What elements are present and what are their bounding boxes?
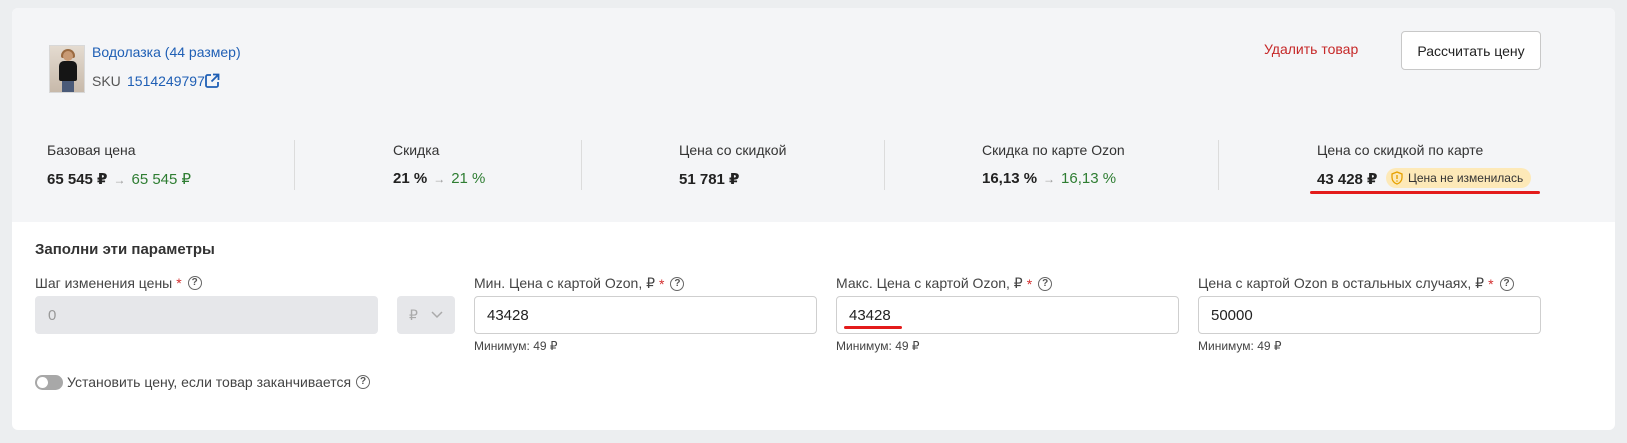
ozon-card-discount-value: 16,13 % → 16,13 % — [982, 170, 1117, 187]
discounted-price-value: 51 781 ₽ — [679, 171, 740, 188]
delete-product-button[interactable]: Удалить товар — [1264, 41, 1358, 57]
arrow-right-icon: → — [1043, 172, 1056, 186]
divider — [581, 140, 582, 190]
ozon-card-discount-label: Скидка по карте Ozon — [982, 142, 1125, 158]
product-thumbnail[interactable] — [49, 45, 85, 93]
help-icon[interactable]: ? — [356, 375, 371, 389]
max-price-label: Макс. Цена с картой Ozon, ₽ *? — [836, 275, 1053, 292]
arrow-right-icon: → — [113, 173, 126, 187]
min-price-hint: Минимум: 49 ₽ — [474, 339, 558, 353]
currency-select[interactable]: ₽ — [397, 296, 455, 334]
step-field-label: Шаг изменения цены *? — [35, 275, 202, 291]
divider — [294, 140, 295, 190]
discount-value: 21 % → 21 % — [393, 170, 486, 187]
price-unchanged-badge: Цена не изменилась — [1386, 168, 1532, 188]
chevron-down-icon — [431, 311, 443, 319]
discounted-price-label: Цена со скидкой — [679, 142, 787, 158]
product-card: Водолазка (44 размер) SKU 1514249797 Уда… — [12, 8, 1615, 430]
other-price-input[interactable] — [1198, 296, 1541, 334]
low-stock-toggle-label: Установить цену, если товар заканчиваетс… — [67, 374, 371, 390]
max-price-hint: Минимум: 49 ₽ — [836, 339, 920, 353]
step-input[interactable] — [35, 296, 378, 334]
help-icon[interactable]: ? — [187, 276, 202, 290]
divider — [1218, 140, 1219, 190]
min-price-input[interactable] — [474, 296, 817, 334]
card-discounted-price-value: 43 428 ₽ — [1317, 171, 1378, 188]
help-icon[interactable]: ? — [1038, 276, 1053, 291]
other-price-label: Цена с картой Ozon в остальных случаях, … — [1198, 275, 1514, 292]
divider — [884, 140, 885, 190]
highlight-underline — [844, 326, 902, 329]
external-link-icon[interactable] — [203, 72, 221, 90]
highlight-underline — [1310, 191, 1540, 194]
help-icon[interactable]: ? — [670, 276, 685, 291]
form-title: Заполни эти параметры — [35, 241, 215, 258]
card-discounted-price-label: Цена со скидкой по карте — [1317, 142, 1484, 158]
product-summary: Водолазка (44 размер) SKU 1514249797 Уда… — [12, 8, 1615, 222]
discount-label: Скидка — [393, 142, 440, 158]
sku-value-link[interactable]: 1514249797 — [127, 73, 205, 89]
product-title-link[interactable]: Водолазка (44 размер) — [92, 44, 241, 60]
base-price-value: 65 545 ₽ → 65 545 ₽ — [47, 171, 192, 188]
base-price-label: Базовая цена — [47, 142, 136, 158]
sku-label: SKU — [92, 73, 121, 89]
arrow-right-icon: → — [433, 172, 446, 186]
calculate-price-button[interactable]: Рассчитать цену — [1401, 31, 1541, 70]
other-price-hint: Минимум: 49 ₽ — [1198, 339, 1282, 353]
shield-warning-icon — [1391, 171, 1403, 185]
low-stock-toggle[interactable] — [35, 375, 63, 390]
min-price-label: Мин. Цена с картой Ozon, ₽ *? — [474, 275, 685, 292]
help-icon[interactable]: ? — [1499, 276, 1514, 291]
